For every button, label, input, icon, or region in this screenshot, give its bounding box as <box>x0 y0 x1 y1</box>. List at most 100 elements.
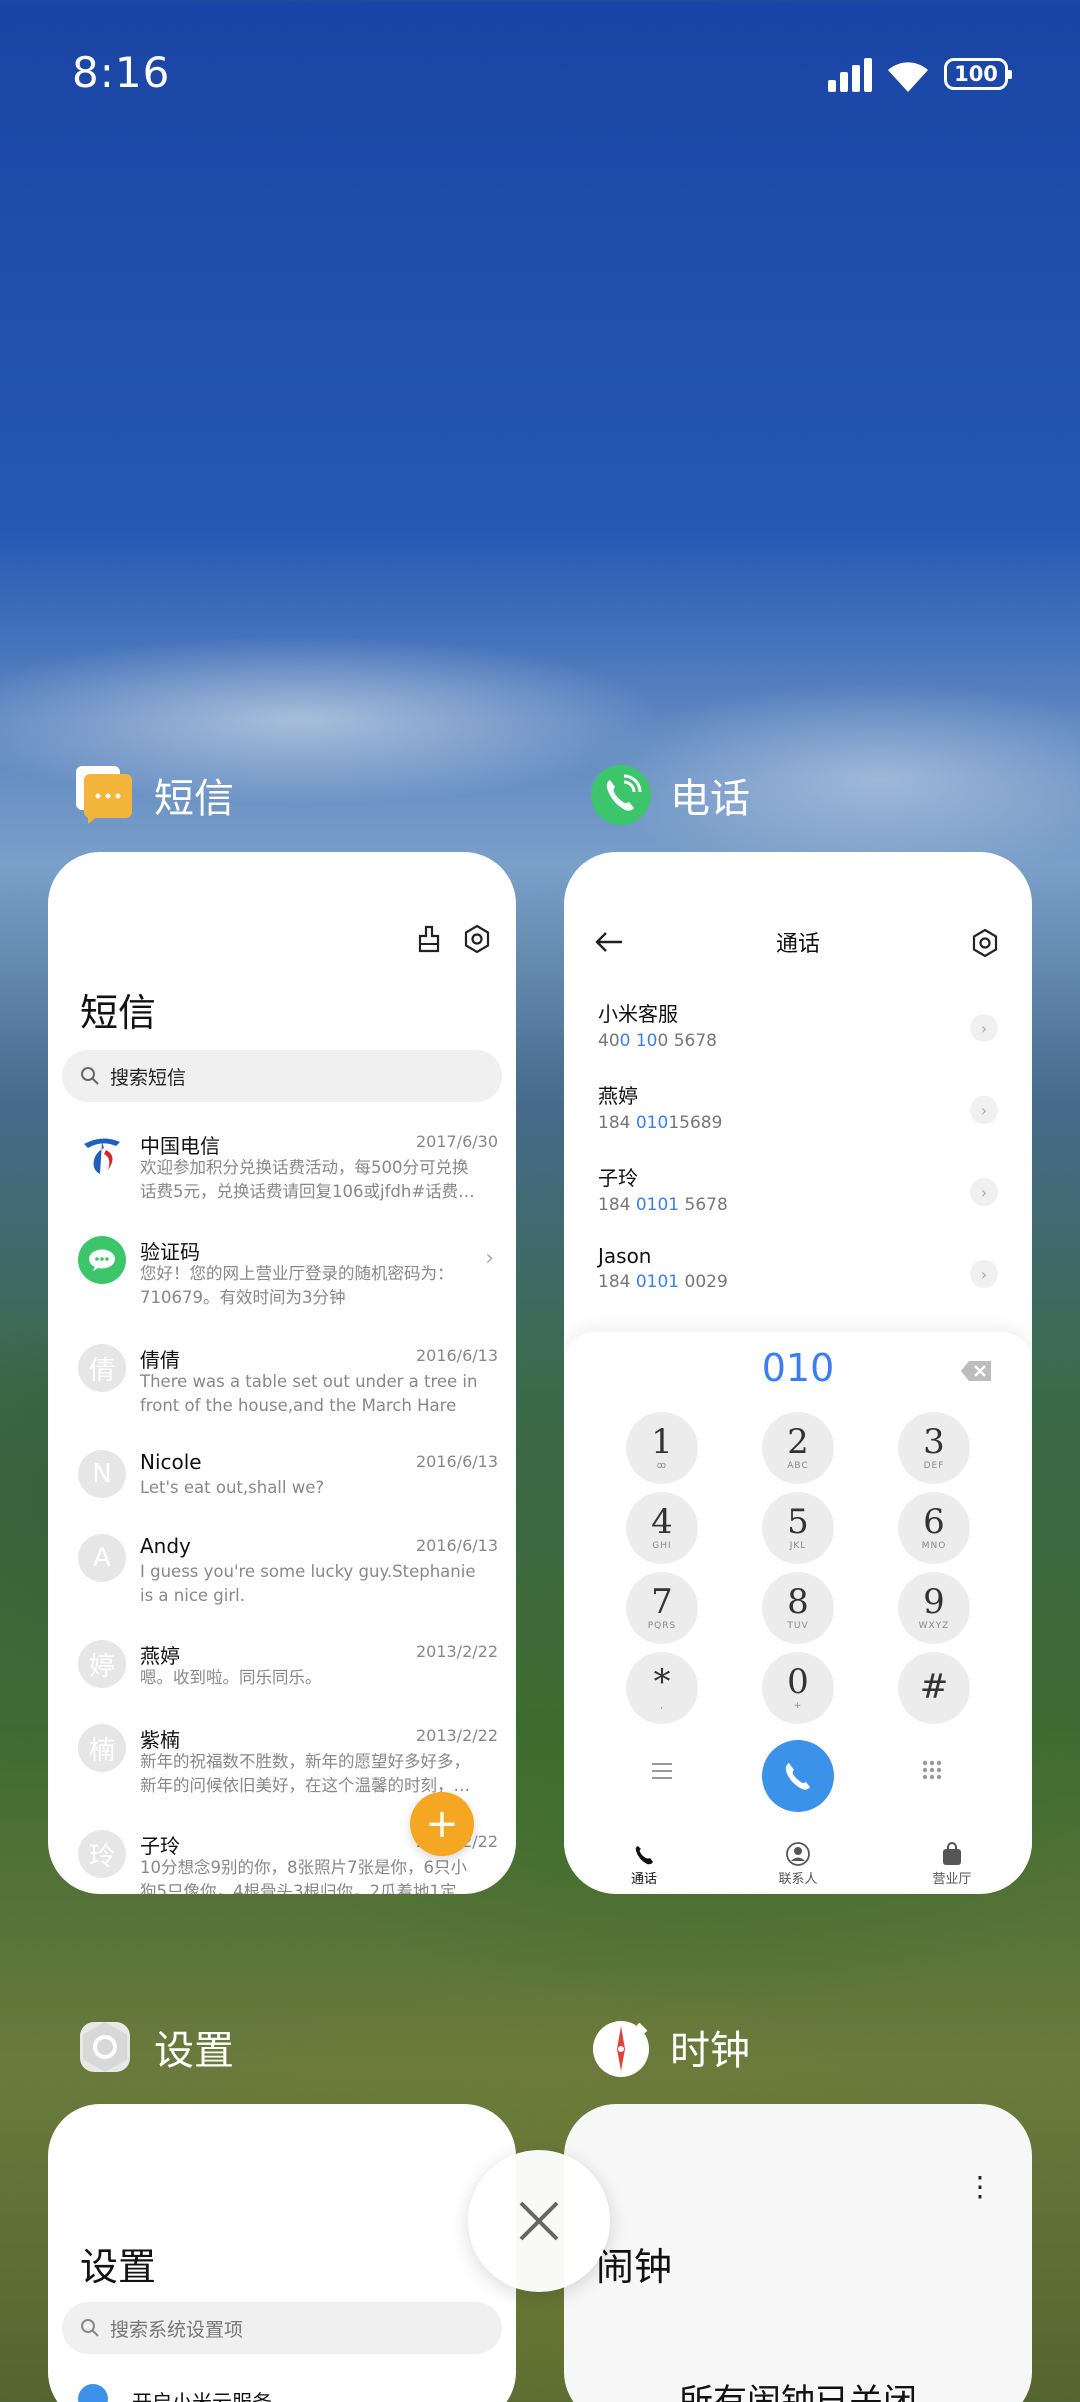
keypad-toggle-icon[interactable] <box>922 1760 942 1782</box>
dial-key[interactable]: 2 ABC <box>762 1412 834 1484</box>
dial-key[interactable]: 1ꝏ <box>626 1412 698 1484</box>
message-sender: 紫楠 <box>140 1728 180 1752</box>
contact-row[interactable]: Jason 184 0101 0029 › <box>598 1244 998 1316</box>
chevron-right-icon[interactable]: › <box>970 1178 998 1206</box>
phone-icon <box>635 1846 653 1865</box>
clock-app-name: 时钟 <box>670 2028 750 2074</box>
call-button[interactable] <box>762 1740 834 1812</box>
shopping-bag-icon <box>943 1842 961 1865</box>
dial-key[interactable]: 8 TUV <box>762 1572 834 1644</box>
phone-handset-icon <box>785 1763 810 1790</box>
settings-item-mi-cloud[interactable]: 开启小米云服务 <box>132 2386 272 2402</box>
message-sender: 倩倩 <box>140 1348 180 1372</box>
chevron-right-icon[interactable]: › <box>970 1014 998 1042</box>
message-sender: Andy <box>140 1534 191 1558</box>
backspace-icon[interactable] <box>960 1360 992 1382</box>
phone-app-label[interactable]: 电话 <box>590 764 750 826</box>
settings-app-card[interactable]: 设置 搜索系统设置项 开启小米云服务 <box>48 2104 516 2402</box>
message-date: 2016/6/13 <box>415 1536 498 1555</box>
message-sender: 燕婷 <box>140 1644 180 1668</box>
dial-key[interactable]: 3 DEF <box>898 1412 970 1484</box>
settings-app-name: 设置 <box>154 2028 234 2074</box>
chevron-right-icon[interactable]: › <box>970 1260 998 1288</box>
battery-level: 100 <box>954 62 998 86</box>
dial-key[interactable]: 5 JKL <box>762 1492 834 1564</box>
dial-key[interactable]: 7 PQRS <box>626 1572 698 1644</box>
message-date: 2016/6/13 <box>415 1452 498 1471</box>
message-snippet: There was a table set out under a tree i… <box>140 1372 478 1415</box>
clock-app-card[interactable]: ⋮ 闹钟 所有闹钟已关闭 <box>564 2104 1032 2402</box>
tab-calls[interactable]: 通话 <box>604 1842 684 1887</box>
message-row[interactable]: 楠 紫楠 2013/2/22 新年的祝福数不胜数，新年的愿望好多好多，新年的问候… <box>78 1724 498 1795</box>
dial-key[interactable]: # <box>898 1652 970 1724</box>
sms-search-input[interactable]: 搜索短信 <box>62 1050 502 1102</box>
china-telecom-logo-icon <box>78 1130 126 1178</box>
phone-app-card[interactable]: 通话 小米客服 400 100 5678 › 燕婷 184 01015689 ›… <box>564 852 1032 1894</box>
new-message-button[interactable]: + <box>410 1792 474 1856</box>
more-options-icon[interactable]: ⋮ <box>966 2173 994 2201</box>
message-snippet: I guess you're some lucky guy.Stephanie … <box>140 1562 476 1605</box>
verification-chat-icon <box>78 1236 126 1284</box>
message-row[interactable]: 婷 燕婷 2013/2/22 嗯。收到啦。同乐同乐。 <box>78 1640 498 1690</box>
phone-app-icon <box>590 764 652 826</box>
settings-search-placeholder: 搜索系统设置项 <box>110 2318 244 2341</box>
message-snippet: 您好！您的网上营业厅登录的随机密码为：710679。有效时间为3分钟 <box>140 1264 454 1307</box>
contact-row[interactable]: 燕婷 184 01015689 › <box>598 1080 998 1152</box>
message-row[interactable]: 中国电信 2017/6/30 欢迎参加积分兑换话费活动，每500分可兑换话费5元… <box>78 1130 498 1210</box>
settings-app-label[interactable]: 设置 <box>74 2016 234 2078</box>
message-snippet: 嗯。收到啦。同乐同乐。 <box>140 1668 322 1687</box>
message-row[interactable]: N Nicole 2016/6/13 Let's eat out,shall w… <box>78 1450 498 1500</box>
contact-person-icon <box>786 1842 810 1866</box>
contact-row[interactable]: 子玲 184 0101 5678 › <box>598 1162 998 1234</box>
tab-service-hall[interactable]: 营业厅 <box>912 1842 992 1887</box>
message-row[interactable]: 验证码 您好！您的网上营业厅登录的随机密码为：710679。有效时间为3分钟 › <box>78 1236 498 1307</box>
sms-app-label[interactable]: 短信 <box>74 764 234 826</box>
contact-number: 184 0101 0029 <box>598 1272 728 1292</box>
message-sender: 子玲 <box>140 1834 180 1858</box>
message-snippet: 10分想念9别的你，8张照片7张是你，6只小狗5只像你，4根骨头3根归你，2瓜着… <box>140 1858 473 1894</box>
contact-name: 小米客服 <box>598 1002 678 1026</box>
menu-icon[interactable] <box>652 1762 672 1780</box>
message-snippet: Let's eat out,shall we? <box>140 1478 325 1497</box>
settings-gear-icon[interactable] <box>462 924 492 954</box>
message-snippet: 新年的祝福数不胜数，新年的愿望好多好多，新年的问候依旧美好，在这个温馨的时刻，… <box>140 1752 470 1795</box>
message-sender: 验证码 <box>140 1240 200 1264</box>
phone-app-name: 电话 <box>670 776 750 822</box>
mi-cloud-icon <box>78 2384 108 2402</box>
contact-row[interactable]: 小米客服 400 100 5678 › <box>598 998 998 1070</box>
dial-key[interactable]: 4 GHI <box>626 1492 698 1564</box>
settings-page-title: 设置 <box>80 2245 157 2289</box>
clean-brush-icon[interactable] <box>414 924 444 954</box>
dial-key[interactable]: *, <box>626 1652 698 1724</box>
battery-icon: 100 <box>944 58 1012 90</box>
dial-key[interactable]: 6 MNO <box>898 1492 970 1564</box>
dial-key[interactable]: 9 WXYZ <box>898 1572 970 1644</box>
contact-name: 燕婷 <box>598 1084 638 1108</box>
contact-avatar: N <box>78 1450 126 1498</box>
alarms-off-text: 所有闹钟已关闭 <box>679 2382 917 2402</box>
message-row[interactable]: A Andy 2016/6/13 I guess you're some luc… <box>78 1534 498 1605</box>
settings-app-icon <box>74 2016 136 2078</box>
contact-avatar: 婷 <box>78 1640 126 1688</box>
settings-gear-icon[interactable] <box>970 928 1000 958</box>
message-date: 2013/2/22 <box>415 1726 498 1745</box>
tab-contacts[interactable]: 联系人 <box>758 1842 838 1887</box>
sms-search-placeholder: 搜索短信 <box>110 1066 187 1089</box>
phone-page-title: 通话 <box>775 932 820 957</box>
contact-number: 184 0101 5678 <box>598 1195 728 1215</box>
message-row[interactable]: 倩 倩倩 2016/6/13 There was a table set out… <box>78 1344 498 1415</box>
dial-key[interactable]: 0 + <box>762 1652 834 1724</box>
clock-page-title: 闹钟 <box>596 2245 673 2289</box>
close-icon <box>519 2201 559 2241</box>
sms-app-icon <box>74 764 136 826</box>
settings-search-input[interactable]: 搜索系统设置项 <box>62 2302 502 2354</box>
chevron-right-icon: › <box>485 1246 494 1271</box>
signal-icon <box>828 58 874 92</box>
clear-all-button[interactable] <box>468 2150 610 2292</box>
clock-app-label[interactable]: 时钟 <box>590 2016 750 2078</box>
contact-avatar: 玲 <box>78 1830 126 1878</box>
sms-app-card[interactable]: 短信 搜索短信 中国电信 2017/6/30 欢迎参加积分兑换话费活动，每500… <box>48 852 516 1894</box>
contact-name: 子玲 <box>598 1166 638 1190</box>
chevron-right-icon[interactable]: › <box>970 1096 998 1124</box>
clock-app-icon <box>590 2016 652 2078</box>
